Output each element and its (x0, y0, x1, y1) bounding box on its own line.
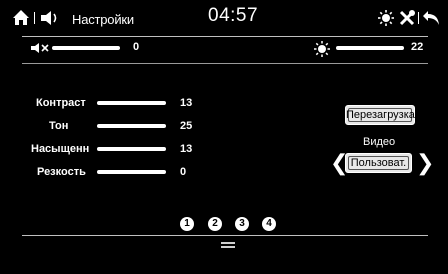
contrast-slider[interactable] (97, 101, 166, 105)
saturation-slider[interactable] (97, 147, 166, 151)
page-2-button[interactable]: 2 (208, 217, 222, 231)
page-4-button[interactable]: 4 (262, 217, 276, 231)
contrast-value: 13 (180, 97, 193, 109)
sharpness-slider[interactable] (97, 170, 166, 174)
video-mode-select[interactable]: Пользоват. (345, 153, 412, 173)
divider (418, 12, 419, 24)
video-next-arrow[interactable]: ❯ (416, 152, 434, 174)
saturation-label: Насыщенн (31, 143, 90, 155)
tone-label: Тон (49, 120, 69, 132)
video-mode-value: Пользоват. (350, 157, 407, 169)
video-label: Видео (363, 136, 396, 148)
page-1-button[interactable]: 1 (180, 217, 194, 231)
speaker-icon (41, 11, 57, 25)
volume-value: 0 (133, 41, 140, 53)
contrast-label: Контраст (36, 97, 86, 109)
sharpness-value: 0 (180, 166, 187, 178)
page-title: Настройки (72, 12, 134, 27)
back-icon[interactable] (422, 10, 442, 26)
header-divider (22, 36, 428, 37)
tone-value: 25 (180, 120, 193, 132)
status-bar: Настройки 04:57 (0, 0, 448, 36)
divider (34, 12, 35, 24)
sharpness-label: Резкость (37, 166, 86, 178)
brightness-icon[interactable] (378, 10, 394, 26)
clock: 04:57 (208, 5, 259, 26)
tone-slider[interactable] (97, 124, 166, 128)
brightness-value: 22 (411, 41, 424, 53)
home-icon[interactable] (12, 9, 30, 26)
reboot-button[interactable]: Перезагрузка (345, 105, 415, 125)
volume-mute-icon (31, 43, 49, 53)
volume-slider[interactable] (52, 46, 120, 50)
brightness-slider[interactable] (336, 46, 404, 50)
slider-divider (22, 63, 428, 64)
tools-icon[interactable] (398, 9, 416, 27)
drawer-handle-line (221, 246, 235, 248)
saturation-value: 13 (180, 143, 193, 155)
drawer-handle[interactable] (221, 242, 235, 244)
reboot-button-label: Перезагрузка (346, 109, 415, 121)
page-3-button[interactable]: 3 (235, 217, 249, 231)
brightness-level-icon (314, 41, 330, 57)
footer-divider (22, 235, 428, 236)
